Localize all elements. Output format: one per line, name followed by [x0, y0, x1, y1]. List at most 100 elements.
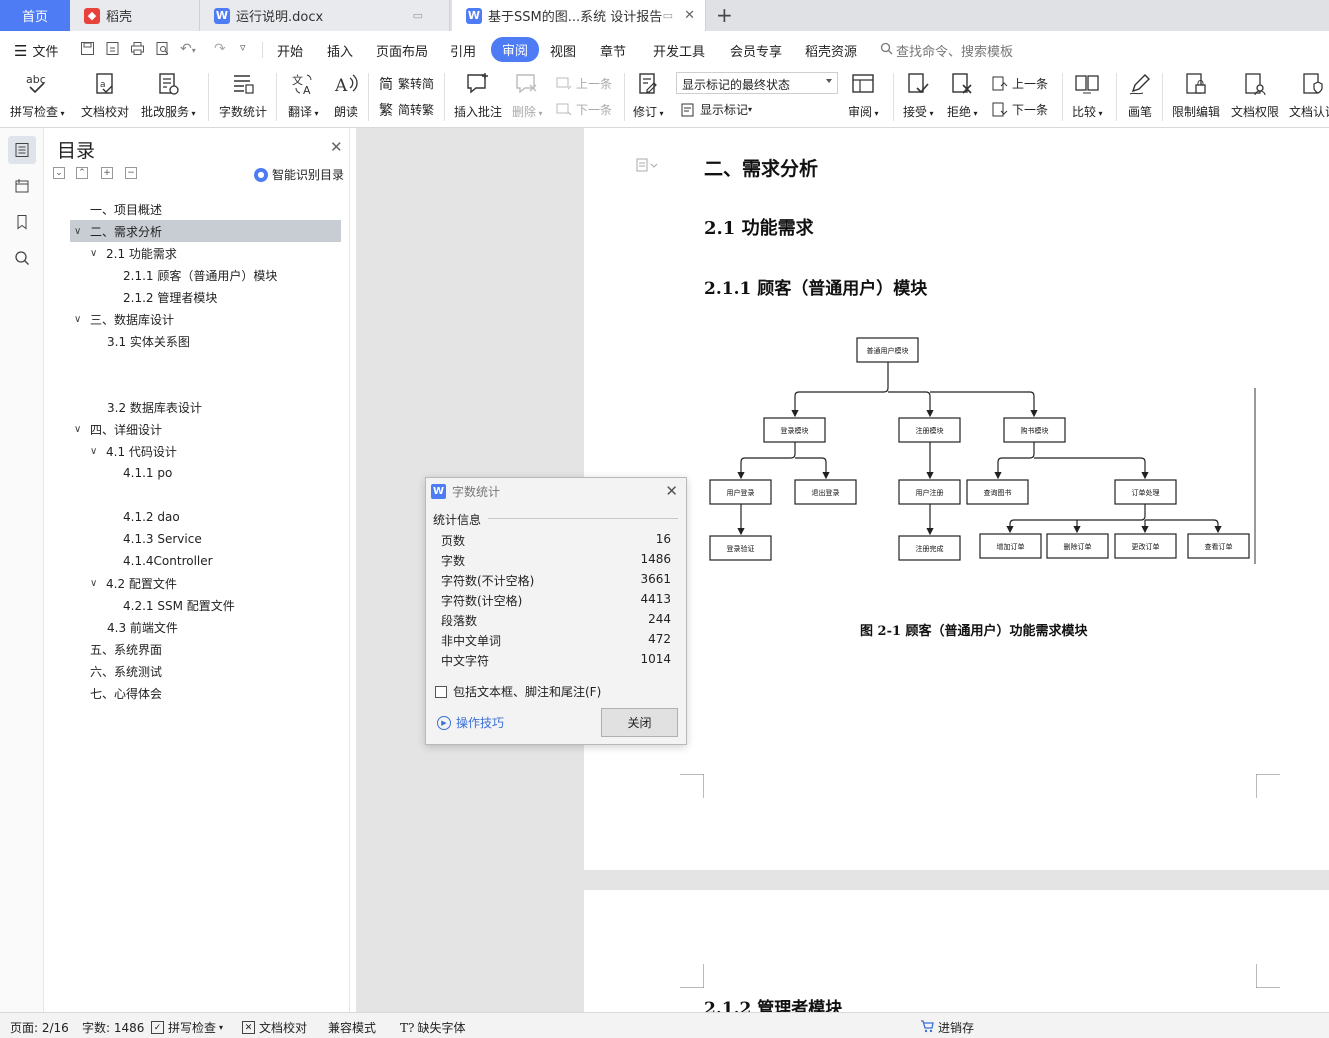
toc-item[interactable]: 4.1.1 po	[123, 462, 172, 484]
file-menu[interactable]: ☰ 文件	[14, 41, 58, 61]
doc-permission-button[interactable]: 文档权限	[1231, 71, 1279, 123]
page-indicator[interactable]: 页面: 2/16	[10, 1019, 69, 1036]
menu-page-layout[interactable]: 页面布局	[376, 41, 428, 60]
simp-to-trad-button[interactable]: 繁 简转繁	[378, 101, 434, 119]
word-count-button[interactable]: 字数统计	[219, 71, 267, 123]
remove-level-icon[interactable]: −	[125, 167, 137, 179]
menu-references[interactable]: 引用	[450, 41, 476, 60]
print-preview-icon[interactable]	[155, 41, 170, 60]
search-icon[interactable]	[8, 244, 36, 272]
reject-change-button[interactable]: 拒绝 ▾	[947, 71, 978, 123]
missing-font-status[interactable]: T? 缺失字体	[400, 1019, 465, 1036]
menu-view[interactable]: 视图	[550, 41, 576, 60]
tab-home[interactable]: 首页	[0, 0, 70, 31]
toc-item[interactable]: 4.3 前端文件	[107, 616, 178, 638]
compare-button[interactable]: 比较 ▾	[1072, 71, 1103, 123]
close-icon[interactable]: ✕	[330, 138, 343, 156]
undo-icon[interactable]: ↶▾	[180, 41, 196, 57]
toc-item[interactable]: 一、项目概述	[90, 198, 162, 220]
toc-item[interactable]: 2.1.1 顾客（普通用户）模块	[123, 264, 277, 286]
toc-item[interactable]: ∨ 4.1 代码设计	[90, 440, 177, 462]
export-pdf-icon[interactable]	[105, 41, 120, 60]
document-page[interactable]: 二、需求分析 2.1 功能需求 2.1.1 顾客（普通用户）模块 普通用户模块 …	[584, 128, 1329, 870]
tab-docer[interactable]: ◆ 稻壳	[70, 0, 200, 31]
translate-button[interactable]: 文A 翻译 ▾	[288, 71, 319, 123]
next-change-button[interactable]: 下一条	[992, 101, 1048, 118]
chapter-nav-icon[interactable]	[8, 172, 36, 200]
restrict-editing-button[interactable]: 限制编辑	[1172, 71, 1220, 123]
inventory-link[interactable]: 进销存	[920, 1019, 974, 1036]
toc-item[interactable]: 4.2.1 SSM 配置文件	[123, 594, 235, 616]
toc-item[interactable]: 4.1.4Controller	[123, 550, 213, 572]
checkbox-box[interactable]	[435, 685, 447, 698]
document-page[interactable]: 2.1.2 管理者模块	[584, 890, 1329, 1012]
toc-item[interactable]: 五、系统界面	[90, 638, 162, 660]
spell-check-status[interactable]: ✓ 拼写检查 ▾	[151, 1019, 223, 1036]
stat-value: 1014	[640, 652, 671, 666]
toc-item[interactable]: 4.1.3 Service	[123, 528, 202, 550]
toc-item[interactable]: 3.2 数据库表设计	[107, 396, 202, 418]
menu-membership[interactable]: 会员专享	[730, 41, 782, 60]
doc-auth-button[interactable]: 文档认证	[1289, 71, 1329, 123]
tab-pin-icon[interactable]: ▭	[413, 9, 423, 22]
collapse-all-icon[interactable]: ⌄	[53, 167, 65, 179]
pen-button[interactable]: 画笔	[1127, 71, 1153, 123]
bookmark-icon[interactable]	[8, 208, 36, 236]
insert-comment-button[interactable]: 插入批注	[454, 71, 502, 123]
toc-item[interactable]: 2.1.2 管理者模块	[123, 286, 217, 308]
toc-item[interactable]: 七、心得体会	[90, 682, 162, 704]
accept-icon	[905, 71, 931, 97]
next-comment-button[interactable]: 下一条	[556, 101, 612, 118]
prev-comment-button[interactable]: 上一条	[556, 75, 612, 92]
expand-all-icon[interactable]: ⌃	[76, 167, 88, 179]
save-icon[interactable]	[80, 41, 95, 60]
close-tab-icon[interactable]: ✕	[684, 8, 695, 23]
toc-item[interactable]: ∨ 2.1 功能需求	[90, 242, 177, 264]
toc-item-selected[interactable]: ∨ 二、需求分析	[70, 220, 341, 242]
review-pane-button[interactable]: 审阅 ▾	[848, 71, 879, 123]
trad-to-simp-button[interactable]: 简 繁转简	[378, 75, 434, 93]
menu-start[interactable]: 开始	[277, 41, 303, 60]
delete-comment-button[interactable]: 删除 ▾	[512, 71, 543, 123]
read-aloud-button[interactable]: A 朗读	[333, 71, 359, 123]
new-tab-icon[interactable]: +	[716, 3, 733, 27]
spell-check-button[interactable]: abc 拼写检查 ▾	[10, 71, 65, 123]
toc-nav-icon[interactable]	[8, 136, 36, 164]
proofread-button[interactable]: a 文档校对	[81, 71, 129, 123]
correction-service-button[interactable]: 批改服务 ▾	[141, 71, 196, 123]
menu-docer-resources[interactable]: 稻壳资源	[805, 41, 857, 60]
menu-insert[interactable]: 插入	[327, 41, 353, 60]
close-button[interactable]: 关闭	[601, 708, 678, 737]
close-icon[interactable]: ✕	[665, 482, 678, 500]
tab-pin-icon[interactable]: ▭	[663, 9, 673, 22]
add-level-icon[interactable]: +	[101, 167, 113, 179]
svg-text:A: A	[334, 76, 348, 96]
toc-item[interactable]: ∨ 4.2 配置文件	[90, 572, 177, 594]
redo-icon[interactable]: ↷	[214, 41, 226, 57]
markup-mode-select[interactable]: 显示标记的最终状态	[676, 72, 838, 94]
menu-developer[interactable]: 开发工具	[653, 41, 705, 60]
prev-change-button[interactable]: 上一条	[992, 75, 1048, 92]
word-count-indicator[interactable]: 字数: 1486	[82, 1019, 144, 1036]
customize-toolbar-icon[interactable]: ▿	[240, 41, 246, 54]
menu-chapter[interactable]: 章节	[600, 41, 626, 60]
toc-item[interactable]: 六、系统测试	[90, 660, 162, 682]
tab-run-doc[interactable]: W 运行说明.docx ▭	[200, 0, 450, 31]
show-markup-button[interactable]: 显示标记 ▾	[680, 101, 752, 118]
dialog-title-bar[interactable]: W 字数统计	[426, 478, 686, 504]
toc-item[interactable]: 4.1.2 dao	[123, 506, 180, 528]
tab-report-doc[interactable]: W 基于SSM的图...系统 设计报告 ▭ ✕	[452, 0, 706, 31]
print-icon[interactable]	[130, 41, 145, 60]
menu-review[interactable]: 审阅	[491, 37, 540, 62]
command-search[interactable]: 查找命令、搜索模板	[880, 41, 1013, 60]
toc-item[interactable]: 3.1 实体关系图	[107, 330, 190, 352]
tips-link[interactable]: ▶ 操作技巧	[437, 714, 504, 731]
toc-item[interactable]: ∨ 四、详细设计	[74, 418, 162, 440]
include-textboxes-checkbox[interactable]: 包括文本框、脚注和尾注(F)	[435, 683, 601, 700]
proofread-status[interactable]: ✕ 文档校对	[242, 1019, 307, 1036]
smart-toc-button[interactable]: ● 智能识别目录	[254, 166, 344, 183]
paragraph-handle-icon[interactable]	[636, 158, 658, 175]
track-changes-button[interactable]: 修订 ▾	[633, 71, 664, 123]
accept-change-button[interactable]: 接受 ▾	[903, 71, 934, 123]
toc-item[interactable]: ∨ 三、数据库设计	[74, 308, 174, 330]
